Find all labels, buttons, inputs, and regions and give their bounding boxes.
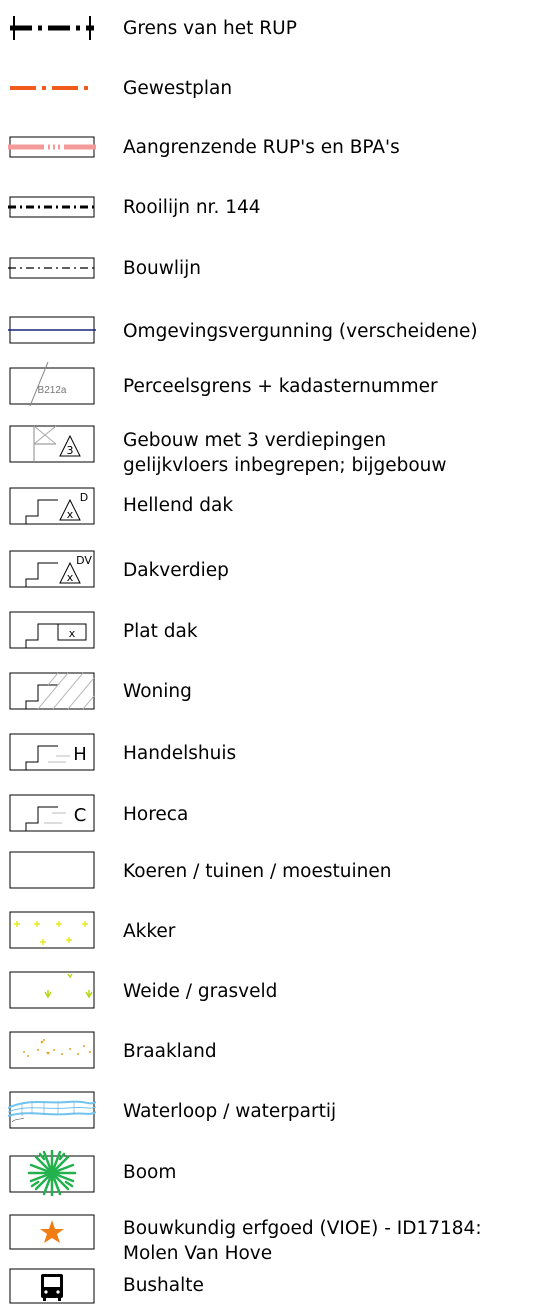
legend-row-permit: Omgevingsvergunning (verscheidene) [0,310,556,350]
mark: x [69,627,76,640]
superscript: DV [76,554,92,567]
legend-label-line: Molen Van Hove [123,1243,273,1264]
legend-row-fallow: Braakland [0,1030,556,1074]
legend-label: Koeren / tuinen / moestuinen [123,861,392,882]
legend-label: Bouwlijn [123,258,202,279]
legend-label: Grens van het RUP [123,18,297,39]
legend-label: Aangrenzende RUP's en BPA's [123,137,400,158]
heritage-star-icon [8,1213,96,1251]
shop-letter: H [73,744,87,765]
legend-row-sloped-roof: x D Hellend dak [0,486,556,530]
legend-label-line: Bouwkundig erfgoed (VIOE) - ID17184: [123,1218,482,1239]
legend-row-bouwlijn: Bouwlijn [0,249,556,289]
legend-label: Hellend dak [123,495,234,516]
legend-label: Gewestplan [123,78,233,99]
water-icon [8,1090,96,1130]
horeca-icon: C [8,793,96,833]
legend-row-horeca: C Horeca [0,793,556,837]
roof-floor-icon: x DV [8,549,96,589]
adjacent-plans-line-icon [8,133,96,161]
dwelling-icon [8,671,96,711]
legend-label: Rooilijn nr. 144 [123,197,261,218]
bouwlijn-line-icon [8,254,96,282]
legend-row-building-floors: 3 Gebouw met 3 verdiepingen gelijkvloers… [0,424,556,476]
legend-row-roof-floor: x DV Dakverdiep [0,549,556,593]
legend-row-shop: H Handelshuis [0,732,556,776]
legend-row-garden: Koeren / tuinen / moestuinen [0,850,556,894]
legend-row-bus-stop: Bushalte [0,1267,556,1311]
legend-label: Bouwkundig erfgoed (VIOE) - ID17184: Mol… [123,1216,482,1266]
parcel-boundary-icon: B212a [8,362,96,406]
legend-label-line: gelijkvloers inbegrepen; bijgebouw [123,455,447,476]
legend-label: Plat dak [123,621,198,642]
legend-label: Handelshuis [123,743,237,764]
legend-row-field: Akker [0,910,556,954]
legend-label: Bushalte [123,1275,204,1296]
legend-label: Dakverdiep [123,560,229,581]
legend-label: Horeca [123,804,189,825]
bus-stop-icon [8,1267,96,1305]
meadow-icon [8,970,96,1010]
legend-label: Perceelsgrens + kadasternummer [123,376,438,397]
legend-label: Braakland [123,1041,217,1062]
legend-row-meadow: Weide / grasveld [0,970,556,1014]
garden-icon [8,850,96,890]
legend-label: Woning [123,681,192,702]
legend-label: Omgevingsvergunning (verscheidene) [123,321,478,342]
sloped-roof-icon: x D [8,486,96,526]
legend-row-heritage: Bouwkundig erfgoed (VIOE) - ID17184: Mol… [0,1213,556,1267]
legend-label: Weide / grasveld [123,981,278,1002]
legend-label: Boom [123,1162,177,1183]
mark: x [67,571,74,584]
legend-row-water: Waterloop / waterpartij [0,1090,556,1134]
legend-row-rup-boundary: Grens van het RUP [0,8,556,48]
legend-row-flat-roof: x Plat dak [0,610,556,654]
legend-label-line: Gebouw met 3 verdiepingen [123,430,387,451]
superscript: D [80,491,88,504]
flat-roof-icon: x [8,610,96,650]
horeca-letter: C [74,805,87,826]
floor-count: 3 [67,444,74,457]
rooilijn-line-icon [8,193,96,221]
field-icon [8,910,96,950]
fallow-icon [8,1030,96,1070]
legend-label: Gebouw met 3 verdiepingen gelijkvloers i… [123,428,447,478]
legend-row-rooilijn: Rooilijn nr. 144 [0,188,556,228]
legend-row-tree: Boom [0,1150,556,1198]
building-floors-icon: 3 [8,424,96,464]
legend-label: Waterloop / waterpartij [123,1101,337,1122]
legend-row-dwelling: Woning [0,671,556,715]
tree-icon [8,1150,96,1196]
legend-row-adjacent-plans: Aangrenzende RUP's en BPA's [0,128,556,168]
parcel-code: B212a [38,385,67,396]
mark: x [67,508,74,521]
legend-row-gewestplan: Gewestplan [0,68,556,108]
rup-boundary-line-icon [8,14,96,42]
legend-row-parcel: B212a Perceelsgrens + kadasternummer [0,360,556,408]
legend-label: Akker [123,921,176,942]
permit-line-icon [8,314,96,346]
gewestplan-line-icon [8,74,96,102]
shop-icon: H [8,732,96,772]
